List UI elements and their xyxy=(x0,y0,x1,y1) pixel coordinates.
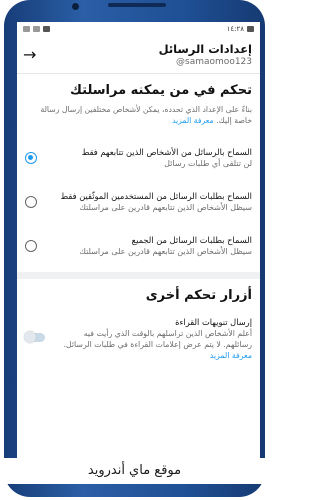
status-time: ١٤:٢٨ xyxy=(226,25,244,33)
notification-icon xyxy=(43,26,50,32)
option-subtitle: سيظل الأشخاص الذين تتابعهم قادرين على مر… xyxy=(79,203,252,212)
section-description: بناءً على الإعداد الذي تحدده، يمكن لأشخا… xyxy=(25,104,252,126)
option-following-only[interactable]: السماح بالرسائل من الأشخاص الذين تتابعهم… xyxy=(17,136,260,180)
read-receipts-row[interactable]: إرسال تنويهات القراءة أعلم الأشخاص الذين… xyxy=(17,304,260,361)
header-titles: إعدادات الرسائل @samaomoo123 xyxy=(159,42,252,68)
option-title: السماح بالرسائل من الأشخاص الذين تتابعهم… xyxy=(81,147,252,157)
option-everyone[interactable]: السماح بطلبات الرسائل من الجميع سيظل الأ… xyxy=(17,224,260,268)
status-icons-left xyxy=(23,26,50,32)
option-title: السماح بطلبات الرسائل من المستخدمين المو… xyxy=(60,191,252,201)
earpiece-speaker xyxy=(108,3,166,7)
learn-more-link[interactable]: معرفة المزيد xyxy=(172,116,214,125)
user-handle: @samaomoo123 xyxy=(176,56,252,67)
option-verified-only[interactable]: السماح بطلبات الرسائل من المستخدمين المو… xyxy=(17,180,260,224)
read-receipts-learn-more-link[interactable]: معرفة المزيد xyxy=(210,351,252,360)
radio-following-only[interactable] xyxy=(25,152,37,164)
section-title-who-can-message: تحكم في من يمكنه مراسلتك xyxy=(70,83,252,98)
description-text: بناءً على الإعداد الذي تحدده، يمكن لأشخا… xyxy=(40,105,252,125)
status-bar: ١٤:٢٨ xyxy=(17,22,260,36)
option-subtitle: سيظل الأشخاص الذين تتابعهم قادرين على مر… xyxy=(79,247,252,256)
read-receipts-description: أعلم الأشخاص الذين تراسلهم بالوقت الذي ر… xyxy=(55,328,252,361)
wifi-icon xyxy=(23,26,30,32)
radio-verified-only[interactable] xyxy=(25,196,37,208)
read-receipts-description-text: أعلم الأشخاص الذين تراسلهم بالوقت الذي ر… xyxy=(63,329,252,349)
phone-frame: ١٤:٢٨ → إعدادات الرسائل @samaomoo123 تحك… xyxy=(4,0,265,497)
page-title: إعدادات الرسائل xyxy=(158,41,252,56)
option-title: السماح بطلبات الرسائل من الجميع xyxy=(131,235,252,245)
who-can-message-section: تحكم في من يمكنه مراسلتك بناءً على الإعد… xyxy=(17,83,260,126)
battery-icon xyxy=(247,26,254,32)
section-title-other-controls: أزرار تحكم أخرى xyxy=(145,288,252,303)
option-text: السماح بالرسائل من الأشخاص الذين تتابعهم… xyxy=(37,147,252,169)
read-receipts-text: إرسال تنويهات القراءة أعلم الأشخاص الذين… xyxy=(45,316,252,361)
radio-everyone[interactable] xyxy=(25,240,37,252)
watermark-text: موقع ماي أندرويد xyxy=(4,458,265,484)
sim-icon xyxy=(33,26,40,32)
app-header: → إعدادات الرسائل @samaomoo123 xyxy=(17,36,260,74)
section-divider xyxy=(17,272,260,279)
arrow-right-icon[interactable]: → xyxy=(23,45,41,64)
option-text: السماح بطلبات الرسائل من الجميع سيظل الأ… xyxy=(37,235,252,257)
screen: ١٤:٢٨ → إعدادات الرسائل @samaomoo123 تحك… xyxy=(17,22,260,458)
option-subtitle: لن تتلقى أي طلبات رسائل xyxy=(164,159,252,168)
status-icons-right: ١٤:٢٨ xyxy=(227,25,254,33)
read-receipts-title: إرسال تنويهات القراءة xyxy=(175,317,252,327)
front-camera xyxy=(72,3,79,10)
other-controls-section: أزرار تحكم أخرى xyxy=(17,288,260,304)
read-receipts-toggle[interactable] xyxy=(24,331,45,343)
option-text: السماح بطلبات الرسائل من المستخدمين المو… xyxy=(37,191,252,213)
